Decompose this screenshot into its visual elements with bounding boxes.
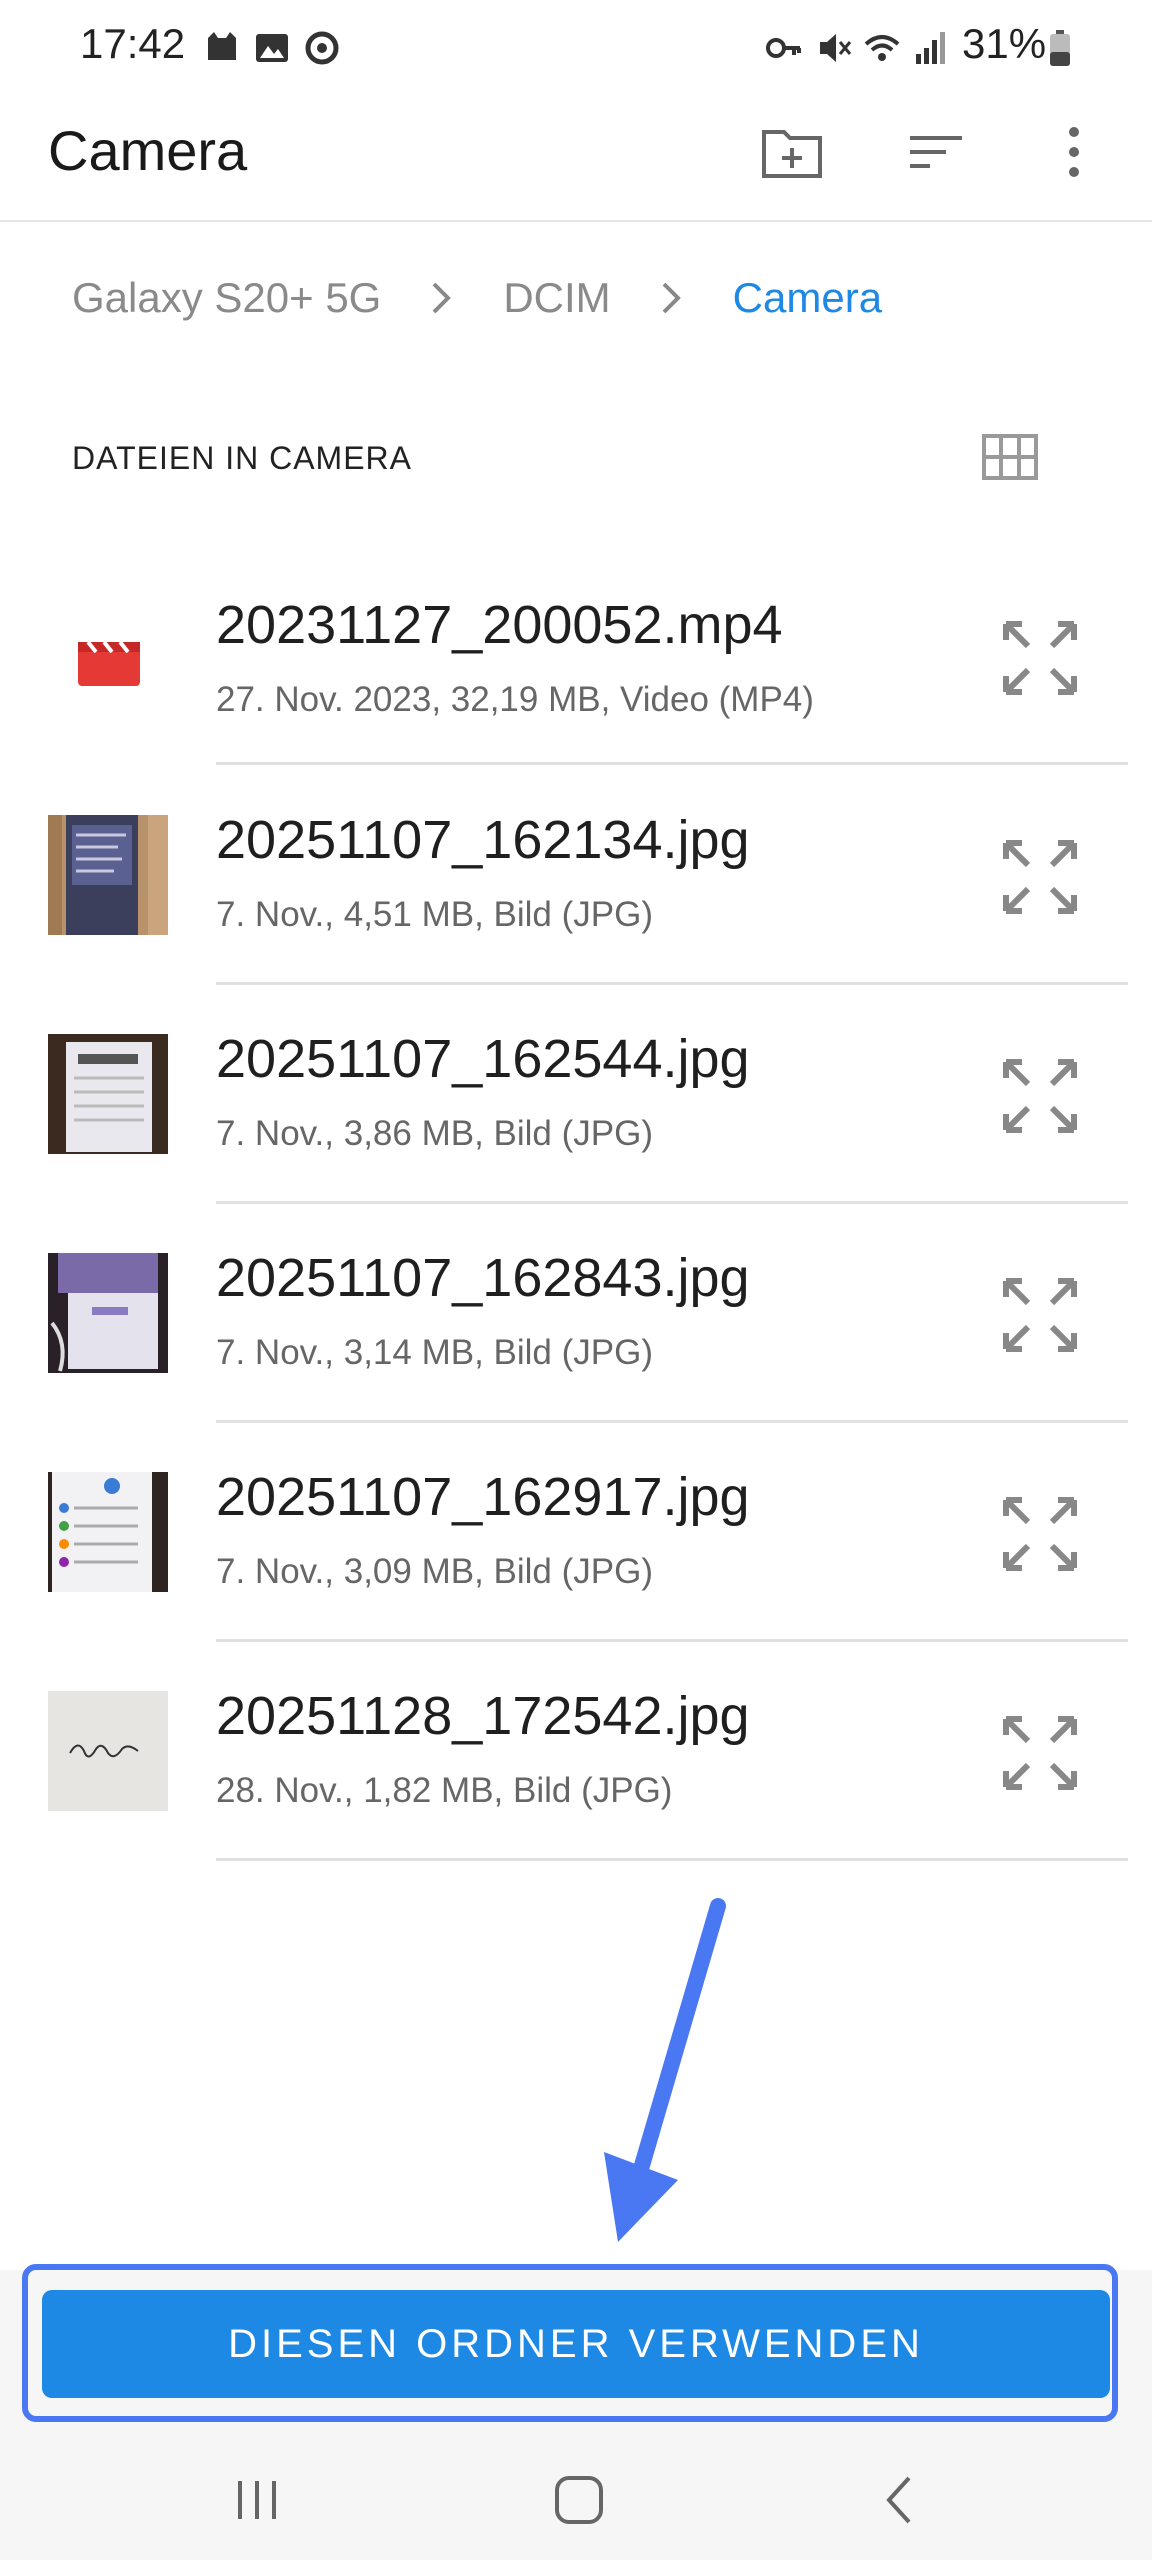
preview-expand-icon[interactable] xyxy=(1000,1275,1080,1355)
status-time: 17:42 xyxy=(80,20,186,67)
file-list-item[interactable]: 20251107_162544.jpg 7. Nov., 3,86 MB, Bi… xyxy=(0,984,1152,1204)
preview-expand-icon[interactable] xyxy=(1000,837,1080,917)
recent-apps-icon xyxy=(238,2481,276,2519)
status-bar: 17:42 31% xyxy=(0,0,1152,100)
new-folder-icon xyxy=(762,130,822,178)
preview-expand-icon[interactable] xyxy=(1000,1056,1080,1136)
preview-expand-icon[interactable] xyxy=(1000,1713,1080,1793)
file-meta: 28. Nov., 1,82 MB, Bild (JPG) xyxy=(216,1771,673,1810)
file-meta: 7. Nov., 3,86 MB, Bild (JPG) xyxy=(216,1114,653,1153)
breadcrumb-item-camera[interactable]: Camera xyxy=(733,274,882,322)
new-folder-button[interactable] xyxy=(744,112,840,192)
signal-icon xyxy=(916,32,945,64)
file-name: 20251107_162917.jpg xyxy=(216,1467,750,1527)
file-name: 20251107_162134.jpg xyxy=(216,810,750,870)
preview-expand-icon[interactable] xyxy=(1000,618,1080,698)
cat-notification-icon xyxy=(208,32,236,60)
breadcrumb-item-device[interactable]: Galaxy S20+ 5G xyxy=(72,274,381,322)
use-this-folder-button[interactable]: DIESEN ORDNER VERWENDEN xyxy=(42,2290,1110,2398)
battery-percentage: 31% xyxy=(962,20,1047,67)
video-file-icon xyxy=(78,640,140,686)
annotation-arrow xyxy=(604,1898,726,2242)
file-meta: 7. Nov., 4,51 MB, Bild (JPG) xyxy=(216,895,653,934)
home-icon xyxy=(555,2476,603,2524)
vpn-key-icon xyxy=(766,38,801,58)
back-icon xyxy=(886,2476,911,2524)
battery-icon xyxy=(1050,30,1070,66)
grid-view-toggle-icon[interactable] xyxy=(980,432,1040,482)
file-meta: 7. Nov., 3,09 MB, Bild (JPG) xyxy=(216,1552,653,1591)
chevron-right-icon xyxy=(417,273,467,323)
file-list-item[interactable]: 20251128_172542.jpg 28. Nov., 1,82 MB, B… xyxy=(0,1641,1152,1861)
home-button[interactable] xyxy=(534,2460,624,2540)
chevron-right-icon xyxy=(647,273,697,323)
image-thumbnail xyxy=(48,1034,168,1154)
image-notification-icon xyxy=(256,34,288,62)
divider xyxy=(216,1858,1128,1861)
sort-icon xyxy=(910,136,962,168)
recent-apps-button[interactable] xyxy=(212,2460,302,2540)
mute-icon xyxy=(820,34,852,62)
file-name: 20251107_162843.jpg xyxy=(216,1248,750,1308)
more-options-button[interactable] xyxy=(1026,112,1122,192)
preview-expand-icon[interactable] xyxy=(1000,1494,1080,1574)
more-vert-icon xyxy=(1069,127,1079,177)
file-list-item[interactable]: 20251107_162134.jpg 7. Nov., 4,51 MB, Bi… xyxy=(0,765,1152,985)
file-list-item[interactable]: 20251107_162843.jpg 7. Nov., 3,14 MB, Bi… xyxy=(0,1203,1152,1423)
breadcrumb: Galaxy S20+ 5G DCIM Camera xyxy=(72,268,882,328)
sort-button[interactable] xyxy=(888,112,984,192)
file-name: 20251107_162544.jpg xyxy=(216,1029,750,1089)
image-thumbnail xyxy=(48,1691,168,1811)
wifi-icon xyxy=(864,35,900,61)
breadcrumb-item-dcim[interactable]: DCIM xyxy=(503,274,610,322)
file-meta: 27. Nov. 2023, 32,19 MB, Video (MP4) xyxy=(216,680,814,719)
file-meta: 7. Nov., 3,14 MB, Bild (JPG) xyxy=(216,1333,653,1372)
file-name: 20251128_172542.jpg xyxy=(216,1686,750,1746)
image-thumbnail xyxy=(48,815,168,935)
file-list-item[interactable]: 20231127_200052.mp4 27. Nov. 2023, 32,19… xyxy=(0,546,1152,765)
app-title: Camera xyxy=(48,119,248,182)
image-thumbnail xyxy=(48,1472,168,1592)
image-thumbnail xyxy=(48,1253,168,1373)
file-list-item[interactable]: 20251107_162917.jpg 7. Nov., 3,09 MB, Bi… xyxy=(0,1422,1152,1642)
back-button[interactable] xyxy=(854,2460,944,2540)
section-title: DATEIEN IN CAMERA xyxy=(72,440,412,476)
sync-notification-icon xyxy=(305,31,339,65)
file-name: 20231127_200052.mp4 xyxy=(216,595,783,655)
